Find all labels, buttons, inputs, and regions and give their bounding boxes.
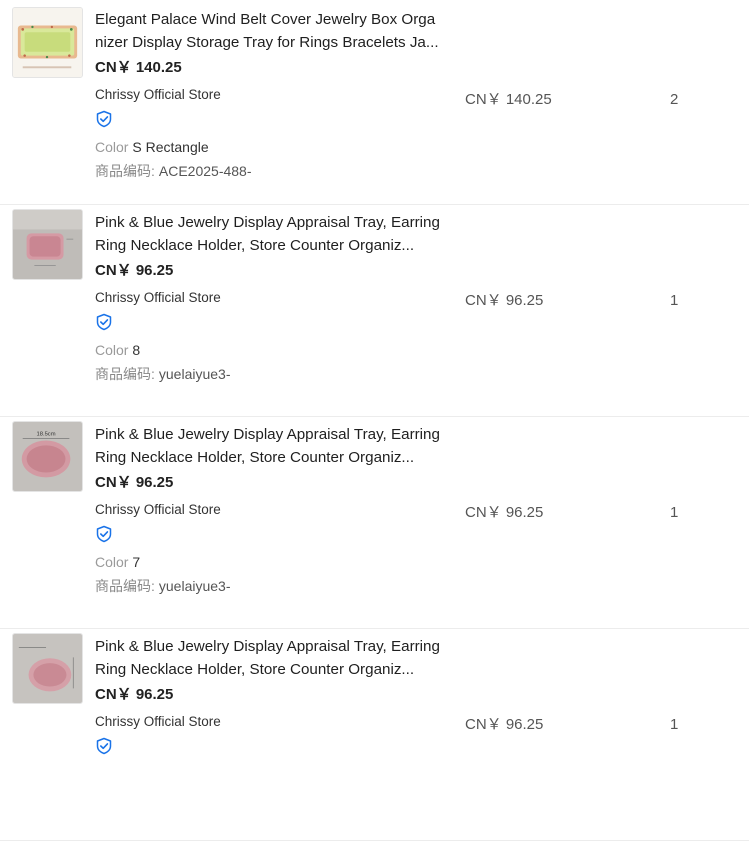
jewelry-box-image xyxy=(13,8,82,77)
sku-attribute: Color 8 xyxy=(95,340,440,360)
product-thumbnail[interactable]: 18.5cm xyxy=(12,421,83,492)
product-code: 商品编码: ACE2025-488- xyxy=(95,161,440,181)
verified-shield-icon xyxy=(96,313,112,331)
thumbnail-caption: 18.5cm xyxy=(36,432,55,438)
store-name[interactable]: Chrissy Official Store xyxy=(95,501,440,519)
quantity: 1 xyxy=(670,716,679,733)
order-item-row: 18.5cm Pink & Blue Jewelry Display Appra… xyxy=(0,417,749,629)
sku-value: S Rectangle xyxy=(132,139,209,155)
pink-tray-image xyxy=(13,634,82,703)
quantity: 1 xyxy=(670,504,679,521)
unit-price: CN￥ 96.25 xyxy=(465,504,544,521)
product-info: Pink & Blue Jewelry Display Appraisal Tr… xyxy=(95,423,440,596)
product-code-value: yuelaiyue3- xyxy=(158,578,231,594)
store-name[interactable]: Chrissy Official Store xyxy=(95,289,440,307)
product-code-value: ACE2025-488- xyxy=(158,163,252,179)
store-name[interactable]: Chrissy Official Store xyxy=(95,713,440,731)
sku-attribute: Color 7 xyxy=(95,552,440,572)
order-item-row: Pink & Blue Jewelry Display Appraisal Tr… xyxy=(0,205,749,417)
unit-price: CN￥ 140.25 xyxy=(465,91,552,108)
verified-shield-icon xyxy=(96,110,112,128)
quantity: 2 xyxy=(670,91,679,108)
verified-shield-icon xyxy=(96,737,112,755)
product-code: 商品编码: yuelaiyue3- xyxy=(95,364,440,384)
pink-tray-image: 18.5cm xyxy=(13,422,82,491)
sku-key: Color xyxy=(95,139,129,155)
unit-price: CN￥ 96.25 xyxy=(465,292,544,309)
pink-tray-image xyxy=(13,210,82,279)
order-item-row: Pink & Blue Jewelry Display Appraisal Tr… xyxy=(0,629,749,841)
product-title[interactable]: Pink & Blue Jewelry Display Appraisal Tr… xyxy=(95,635,440,681)
product-info: Pink & Blue Jewelry Display Appraisal Tr… xyxy=(95,211,440,384)
product-price: CN￥ 96.25 xyxy=(95,686,174,703)
store-name[interactable]: Chrissy Official Store xyxy=(95,86,440,104)
product-price: CN￥ 96.25 xyxy=(95,474,174,491)
sku-key: Color xyxy=(95,554,129,570)
sku-value: 8 xyxy=(132,342,141,358)
sku-key: Color xyxy=(95,342,129,358)
order-item-list: Elegant Palace Wind Belt Cover Jewelry B… xyxy=(0,0,749,841)
product-thumbnail[interactable] xyxy=(12,7,83,78)
product-code-label: 商品编码: xyxy=(95,163,155,179)
product-price: CN￥ 96.25 xyxy=(95,262,174,279)
product-info: Pink & Blue Jewelry Display Appraisal Tr… xyxy=(95,635,440,755)
product-title[interactable]: Elegant Palace Wind Belt Cover Jewelry B… xyxy=(95,8,440,54)
sku-value: 7 xyxy=(132,554,141,570)
sku-attribute: Color S Rectangle xyxy=(95,137,440,157)
product-title[interactable]: Pink & Blue Jewelry Display Appraisal Tr… xyxy=(95,211,440,257)
product-thumbnail[interactable] xyxy=(12,633,83,704)
order-item-row: Elegant Palace Wind Belt Cover Jewelry B… xyxy=(0,0,749,205)
verified-shield-icon xyxy=(96,525,112,543)
product-thumbnail[interactable] xyxy=(12,209,83,280)
unit-price: CN￥ 96.25 xyxy=(465,716,544,733)
product-code: 商品编码: yuelaiyue3- xyxy=(95,576,440,596)
product-title[interactable]: Pink & Blue Jewelry Display Appraisal Tr… xyxy=(95,423,440,469)
product-code-value: yuelaiyue3- xyxy=(158,366,231,382)
product-info: Elegant Palace Wind Belt Cover Jewelry B… xyxy=(95,8,440,181)
product-code-label: 商品编码: xyxy=(95,578,155,594)
product-code-label: 商品编码: xyxy=(95,366,155,382)
quantity: 1 xyxy=(670,292,679,309)
product-price: CN￥ 140.25 xyxy=(95,59,182,76)
